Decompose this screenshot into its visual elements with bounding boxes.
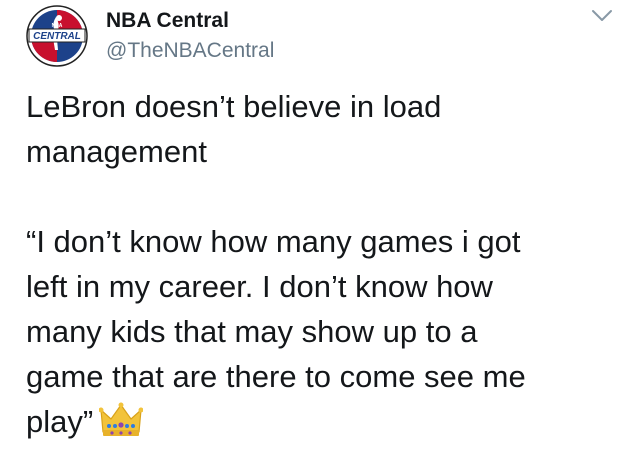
author-display-name[interactable]: NBA Central [106, 9, 274, 33]
author-handle[interactable]: @TheNBACentral [106, 39, 274, 63]
crown-icon [98, 402, 144, 438]
tweet-text: LeBron doesn’t believe in load managemen… [26, 84, 626, 444]
tweet-card: CENTRAL NBA NBA Central @TheNBACentral L… [0, 0, 640, 457]
tweet-author[interactable]: NBA Central @TheNBACentral [106, 9, 274, 63]
nba-central-logo-icon: CENTRAL NBA [26, 5, 88, 67]
tweet-text-line: many kids that may show up to a [26, 314, 478, 349]
tweet-text-line: “I don’t know how many games i got [26, 224, 521, 259]
tweet-text-line: play” [26, 404, 94, 439]
tweet-text-line: management [26, 134, 207, 169]
tweet-text-line: game that are there to come see me [26, 359, 526, 394]
tweet-text-line: LeBron doesn’t believe in load [26, 89, 442, 124]
svg-text:NBA: NBA [52, 23, 63, 29]
chevron-down-icon [592, 10, 612, 21]
more-options-button[interactable] [590, 8, 614, 24]
svg-text:CENTRAL: CENTRAL [33, 31, 81, 42]
avatar[interactable]: CENTRAL NBA [26, 5, 88, 67]
tweet-text-last-line: play” [26, 399, 626, 444]
tweet-text-line: left in my career. I don’t know how [26, 269, 493, 304]
